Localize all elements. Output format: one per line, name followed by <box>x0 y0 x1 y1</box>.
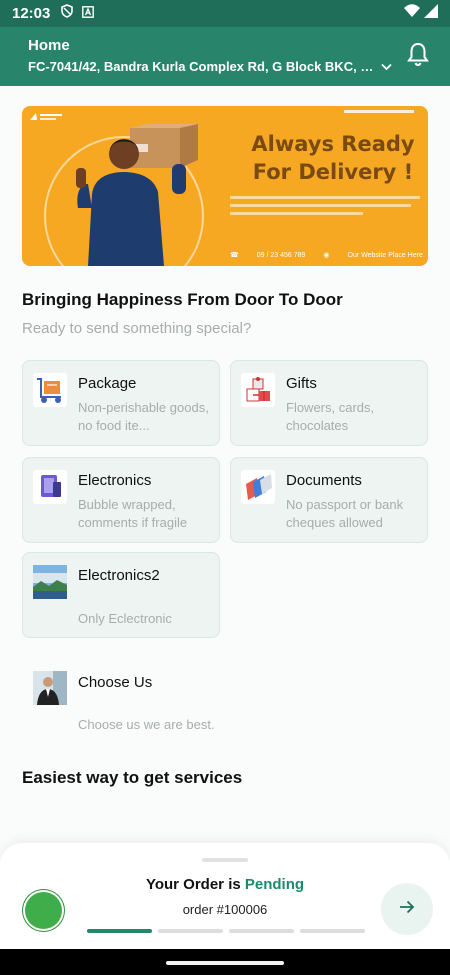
choose-us-name: Choose Us <box>78 674 153 691</box>
status-bar: 12:03 <box>0 0 450 27</box>
delivery-man-illustration <box>74 124 204 266</box>
banner-contact-bar: ☎ 09 / 23 456 789 ◉ Our Website Place He… <box>222 244 428 266</box>
category-card-documents[interactable]: Documents No passport or bank cheques al… <box>230 457 428 543</box>
documents-icon <box>241 470 275 504</box>
arrow-right-icon <box>399 900 415 919</box>
services-title: Easiest way to get services <box>22 768 243 787</box>
text-a-icon <box>82 5 95 23</box>
progress-segment <box>229 929 294 933</box>
category-name: Package <box>78 375 137 392</box>
chevron-down-icon <box>381 59 392 74</box>
category-card-package[interactable]: Package Non-perishable goods, no food it… <box>22 360 220 446</box>
order-status-prefix: Your Order is <box>145 876 241 893</box>
banner-phone: 09 / 23 456 789 <box>256 251 306 259</box>
wifi-icon <box>404 4 420 23</box>
banner-headline-line1: Always Ready <box>251 132 415 156</box>
choose-us-desc: Choose us we are best. <box>78 717 215 732</box>
status-time: 12:03 <box>12 5 51 22</box>
banner-headline-line2: For Delivery ! <box>252 160 414 184</box>
category-desc: Flowers, cards, chocolates <box>286 400 375 433</box>
sheet-drag-handle[interactable] <box>202 858 248 862</box>
banner-website: Our Website Place Here <box>347 251 423 259</box>
globe-icon: ◉ <box>323 252 330 259</box>
electronics-icon <box>33 470 67 504</box>
order-status-sheet[interactable]: Your Order is Pending order #100006 <box>0 843 450 949</box>
shield-icon <box>60 4 74 23</box>
landscape-thumbnail-icon <box>33 565 67 599</box>
businessman-icon <box>33 671 67 705</box>
choose-us-item[interactable]: Choose Us Choose us we are best. <box>22 662 322 742</box>
banner-accent-line <box>344 110 414 113</box>
category-card-electronics2[interactable]: Electronics2 Only Eclectronic <box>22 552 220 638</box>
system-nav-bar <box>0 949 450 975</box>
order-progress-bar <box>87 929 365 933</box>
banner-headline: Always Ready For Delivery ! <box>244 130 422 186</box>
header-title: Home <box>28 37 70 54</box>
home-gesture-pill[interactable] <box>166 961 284 965</box>
phone-icon: ☎ <box>230 252 239 259</box>
category-name: Documents <box>286 472 362 489</box>
category-desc: No passport or bank cheques allowed <box>286 497 404 530</box>
progress-segment <box>158 929 223 933</box>
category-name: Electronics2 <box>78 567 160 584</box>
promo-banner[interactable]: Always Ready For Delivery ! ☎ 09 / 23 45… <box>22 106 428 266</box>
order-details-button[interactable] <box>381 883 433 935</box>
category-name: Electronics <box>78 472 152 489</box>
category-name: Gifts <box>286 375 317 392</box>
category-desc: Only Eclectronic <box>78 611 172 626</box>
brand-logo <box>28 110 64 124</box>
progress-segment <box>87 929 152 933</box>
category-card-gifts[interactable]: Gifts Flowers, cards, chocolates <box>230 360 428 446</box>
category-card-electronics[interactable]: Electronics Bubble wrapped, comments if … <box>22 457 220 543</box>
package-icon <box>33 373 67 407</box>
order-status-value: Pending <box>244 876 305 893</box>
notification-bell-icon[interactable] <box>406 41 430 72</box>
address-text: FC-7041/42, Bandra Kurla Complex Rd, G B… <box>28 59 375 74</box>
category-desc: Non-perishable goods, no food ite... <box>78 400 209 433</box>
order-status-text: Your Order is Pending <box>0 876 450 893</box>
address-selector[interactable]: FC-7041/42, Bandra Kurla Complex Rd, G B… <box>28 59 398 74</box>
gift-icon <box>241 373 275 407</box>
signal-icon <box>424 4 438 23</box>
category-desc: Bubble wrapped, comments if fragile <box>78 497 188 530</box>
progress-segment <box>300 929 365 933</box>
intro-title: Bringing Happiness From Door To Door <box>22 290 343 309</box>
app-header: Home FC-7041/42, Bandra Kurla Complex Rd… <box>0 27 450 86</box>
intro-subtitle: Ready to send something special? <box>22 320 252 337</box>
banner-fine-print <box>230 196 420 220</box>
